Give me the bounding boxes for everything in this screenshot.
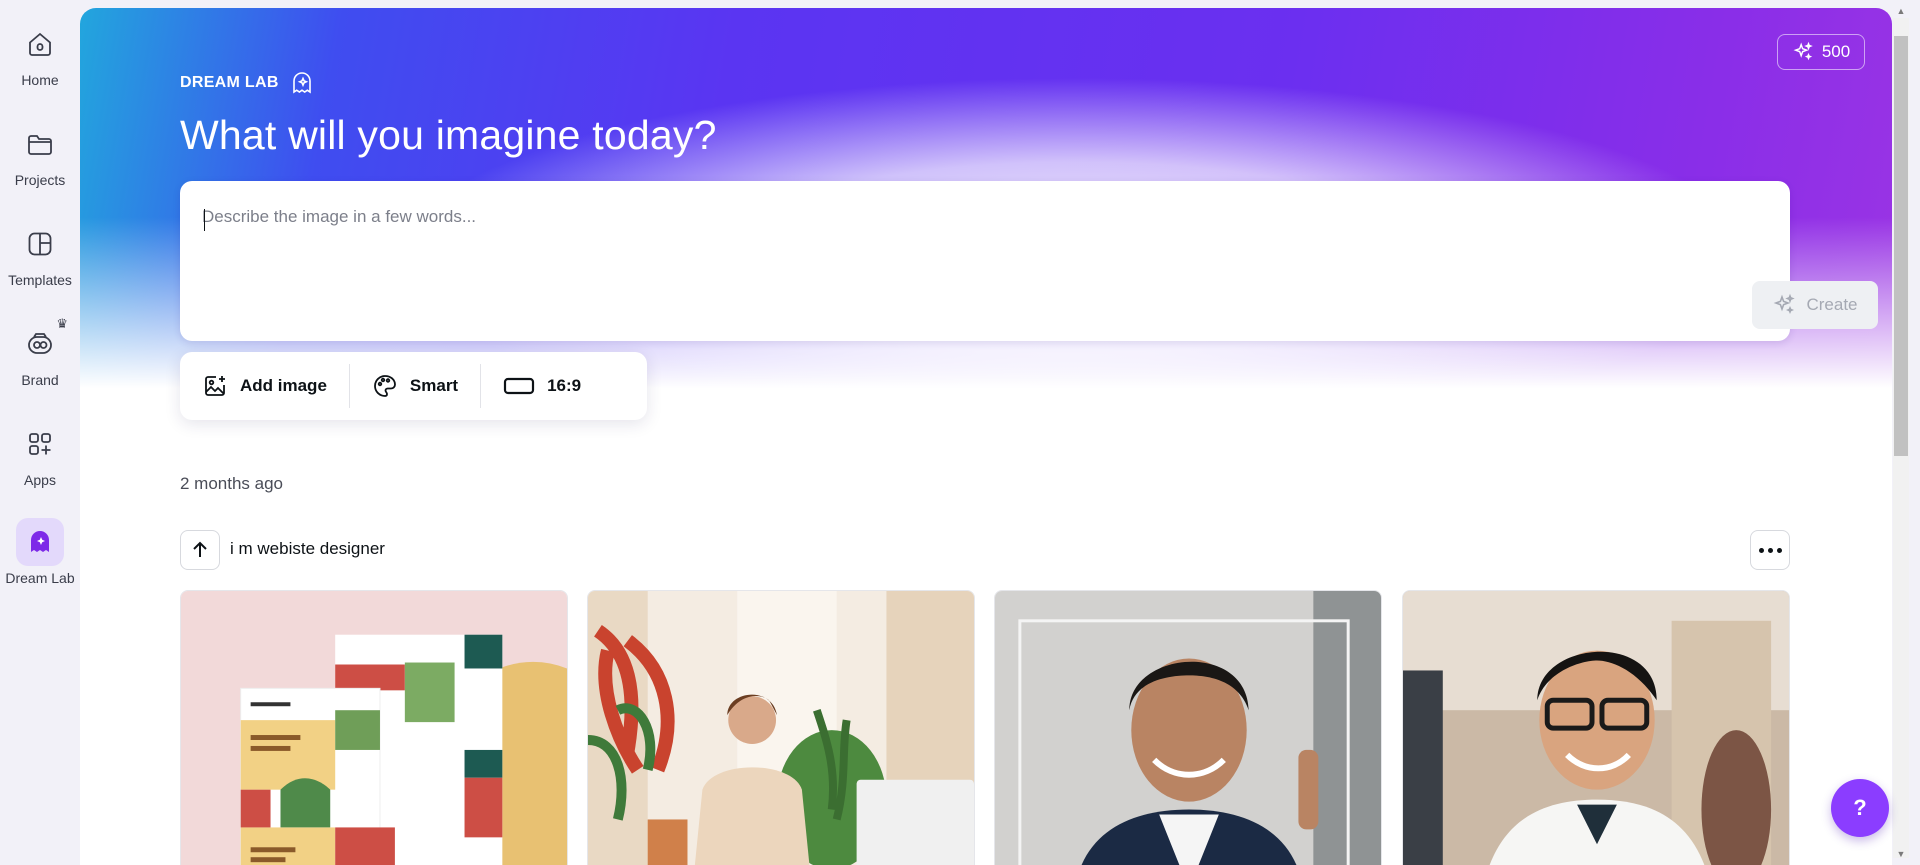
apps-icon [16, 420, 64, 468]
man-in-suit-portrait-image[interactable] [994, 590, 1382, 865]
style-label: Smart [409, 376, 459, 395]
create-label: Create [1806, 295, 1858, 314]
rail-label-dream-lab: Dream Lab [5, 570, 75, 586]
dream-lab-logo-icon [292, 72, 311, 94]
aspect-ratio-icon [503, 377, 535, 395]
man-with-glasses-office-image[interactable] [1402, 590, 1790, 865]
rail-item-dream-lab[interactable]: Dream Lab [0, 518, 80, 606]
rail-item-projects[interactable]: Projects [0, 120, 80, 208]
prompt-card: Create [180, 181, 1878, 341]
credits-button[interactable]: 500 [1777, 34, 1865, 70]
rail-label-projects: Projects [14, 172, 66, 188]
history-thumbnails [180, 590, 1790, 865]
add-image-icon [205, 376, 225, 396]
prompt-input[interactable] [202, 207, 1742, 267]
rail-item-apps[interactable]: Apps [0, 420, 80, 508]
brand-label: DREAM LAB [180, 74, 279, 91]
rail-label-templates: Templates [8, 272, 72, 288]
style-button[interactable]: Smart [350, 364, 480, 408]
credits-count: 500 [1821, 42, 1851, 61]
rail-item-home[interactable]: Home [0, 20, 80, 108]
more-options-button[interactable] [1750, 530, 1790, 570]
sparkles-icon [1793, 41, 1813, 61]
prompt-options-bar: Add image Smart 16:9 [180, 352, 647, 420]
rail-label-home: Home [21, 72, 59, 88]
main-panel: 500 DREAM LAB What will you imagine toda… [80, 8, 1892, 865]
templates-icon [16, 220, 64, 268]
add-image-label: Add image [240, 376, 327, 395]
rail-label-apps: Apps [24, 472, 56, 488]
rail-label-brand: Brand [21, 372, 59, 388]
left-nav-rail: Home Projects Templates ♛ Brand Apps Dre… [0, 0, 80, 865]
crown-icon: ♛ [56, 316, 68, 331]
woman-at-desk-image[interactable] [587, 590, 975, 865]
sparkles-icon [1774, 293, 1796, 315]
rail-item-brand[interactable]: ♛ Brand [0, 316, 80, 408]
arrow-up-icon [193, 541, 207, 557]
home-icon [16, 20, 64, 68]
folder-icon [16, 120, 64, 168]
scrollbar-thumb[interactable] [1894, 36, 1908, 456]
palette-icon [374, 375, 396, 397]
help-button[interactable]: ? [1831, 779, 1889, 837]
history-timestamp: 2 months ago [180, 474, 284, 493]
add-image-button[interactable]: Add image [180, 364, 349, 408]
history-group-header: i m webiste designer [180, 530, 1790, 570]
rail-item-templates[interactable]: Templates [0, 220, 80, 308]
brand-icon: ♛ [16, 316, 68, 368]
text-caret [204, 209, 205, 231]
scroll-up-icon[interactable]: ▲ [1896, 6, 1906, 16]
history-prompt-text: i m webiste designer [230, 539, 385, 558]
scroll-down-icon[interactable]: ▼ [1896, 849, 1906, 859]
page-headline: What will you imagine today? [180, 112, 717, 158]
aspect-ratio-button[interactable]: 16:9 [481, 364, 603, 408]
aspect-ratio-label: 16:9 [547, 376, 582, 395]
dream-lab-brand: DREAM LAB [180, 70, 315, 96]
dream-lab-icon [16, 518, 64, 566]
reuse-prompt-button[interactable] [180, 530, 220, 570]
create-button[interactable]: Create [1752, 281, 1878, 329]
website-mockup-image[interactable] [180, 590, 568, 865]
more-dots-icon [1758, 547, 1764, 553]
